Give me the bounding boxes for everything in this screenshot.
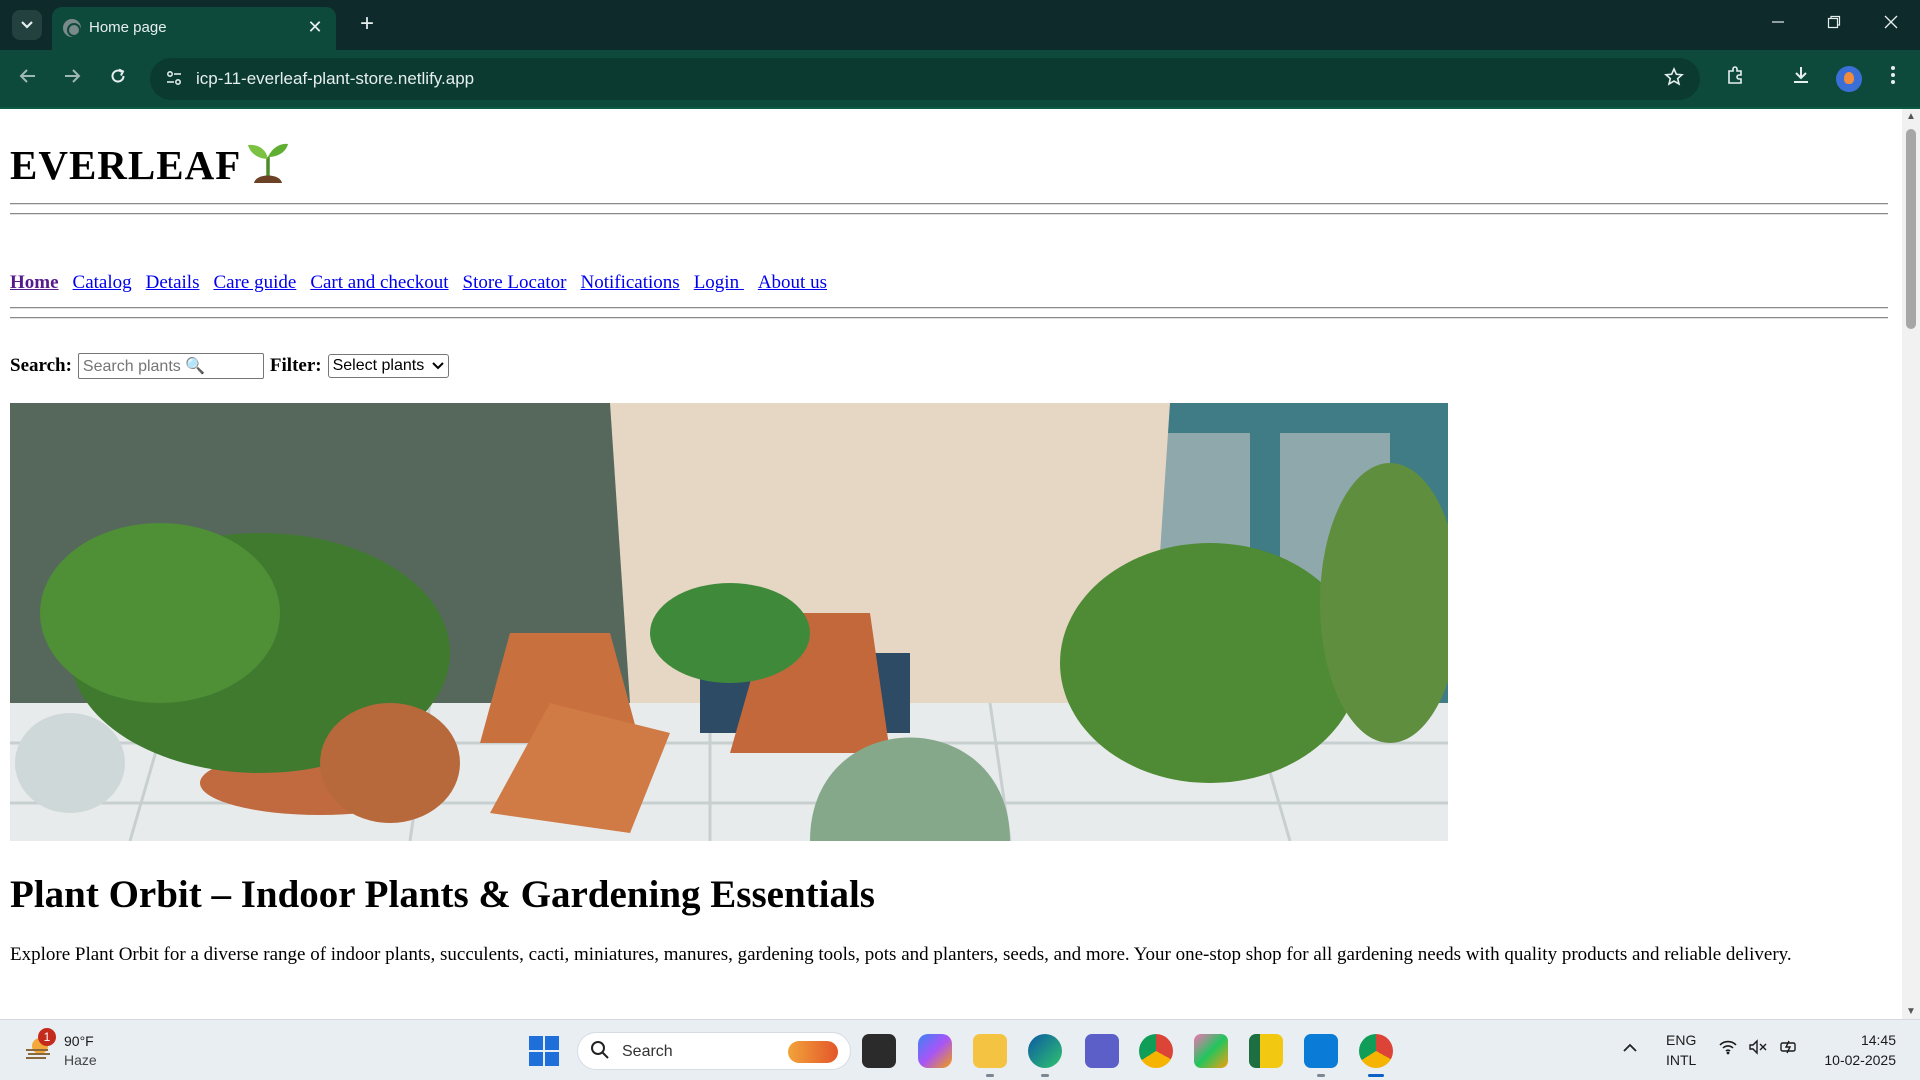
search-highlight-image bbox=[788, 1041, 838, 1063]
new-tab-button[interactable]: + bbox=[352, 10, 382, 40]
weather-temperature[interactable]: 90°F bbox=[64, 1033, 94, 1049]
reload-icon[interactable] bbox=[102, 63, 134, 95]
url-text[interactable]: icp-11-everleaf-plant-store.netlify.app bbox=[196, 69, 474, 89]
filter-label: Filter: bbox=[269, 355, 322, 376]
forward-arrow-icon[interactable] bbox=[56, 63, 88, 95]
nav-link-home[interactable]: Home bbox=[10, 272, 59, 294]
active-tab[interactable]: Home page ✕ bbox=[52, 7, 336, 50]
windows-start-icon[interactable] bbox=[529, 1036, 559, 1066]
seedling-icon bbox=[248, 143, 288, 183]
edge-icon[interactable] bbox=[1028, 1034, 1062, 1068]
extensions-icon[interactable] bbox=[1720, 63, 1752, 95]
tab-search-button[interactable] bbox=[12, 10, 42, 40]
wifi-icon bbox=[1719, 1040, 1737, 1055]
search-filter-row: Search: Search plants 🔍 Filter: Select p… bbox=[10, 353, 449, 379]
browser-tabstrip: Home page ✕ + bbox=[0, 0, 1920, 50]
nav-link-store-locator[interactable]: Store Locator bbox=[463, 272, 567, 294]
divider bbox=[10, 307, 1888, 309]
teams-icon[interactable] bbox=[1085, 1034, 1119, 1068]
language-indicator-line1[interactable]: ENG bbox=[1666, 1032, 1696, 1048]
running-indicator bbox=[1041, 1074, 1049, 1077]
scroll-down-icon[interactable]: ▼ bbox=[1906, 1006, 1916, 1017]
clock-date[interactable]: 10-02-2025 bbox=[1800, 1052, 1896, 1068]
chevron-down-icon bbox=[431, 362, 444, 370]
back-arrow-icon[interactable] bbox=[12, 63, 44, 95]
close-tab-icon[interactable]: ✕ bbox=[304, 16, 326, 38]
running-indicator bbox=[986, 1074, 994, 1077]
divider bbox=[10, 213, 1888, 215]
volume-muted-icon bbox=[1749, 1039, 1767, 1055]
show-hidden-icons-chevron-up-icon[interactable] bbox=[1622, 1040, 1638, 1058]
task-view-icon[interactable] bbox=[862, 1034, 896, 1068]
bookmark-star-icon[interactable] bbox=[1664, 67, 1684, 93]
active-indicator bbox=[1368, 1074, 1384, 1077]
main-nav: Home Catalog Details Care guide Cart and… bbox=[10, 272, 841, 294]
vscode-icon[interactable] bbox=[1304, 1034, 1338, 1068]
taskbar-search-text: Search bbox=[622, 1043, 673, 1060]
restore-icon[interactable] bbox=[1814, 8, 1854, 42]
chrome-profile-icon[interactable] bbox=[1359, 1034, 1393, 1068]
nav-link-about-us[interactable]: About us bbox=[758, 272, 827, 294]
divider bbox=[10, 203, 1888, 205]
battery-charging-icon bbox=[1780, 1040, 1796, 1054]
system-tray-icons[interactable] bbox=[1718, 1039, 1799, 1060]
nav-link-care-guide[interactable]: Care guide bbox=[213, 272, 296, 294]
scroll-thumb[interactable] bbox=[1906, 129, 1916, 329]
nav-link-notifications[interactable]: Notifications bbox=[580, 272, 679, 294]
close-window-icon[interactable] bbox=[1871, 8, 1911, 42]
address-bar[interactable]: icp-11-everleaf-plant-store.netlify.app bbox=[150, 58, 1700, 100]
search-icon bbox=[591, 1041, 609, 1059]
nav-link-details[interactable]: Details bbox=[146, 272, 200, 294]
plant-potting-photo bbox=[10, 403, 1448, 841]
running-indicator bbox=[1317, 1074, 1325, 1077]
chrome-icon[interactable] bbox=[1139, 1034, 1173, 1068]
nav-link-catalog[interactable]: Catalog bbox=[73, 272, 132, 294]
site-logo-text: EVERLEAF bbox=[10, 142, 242, 188]
nav-link-cart-checkout[interactable]: Cart and checkout bbox=[310, 272, 448, 294]
search-label: Search: bbox=[10, 355, 72, 376]
download-icon[interactable] bbox=[1785, 63, 1817, 95]
chevron-down-icon bbox=[21, 21, 33, 29]
more-menu-icon[interactable] bbox=[1877, 63, 1909, 95]
scroll-up-icon[interactable]: ▲ bbox=[1906, 111, 1916, 122]
power-bi-icon[interactable] bbox=[1249, 1034, 1283, 1068]
page-heading: Plant Orbit – Indoor Plants & Gardening … bbox=[10, 873, 875, 916]
file-explorer-icon[interactable] bbox=[973, 1034, 1007, 1068]
copilot-icon[interactable] bbox=[918, 1034, 952, 1068]
page-scrollbar[interactable]: ▲ ▼ bbox=[1902, 109, 1920, 1019]
taskbar-search[interactable]: Search bbox=[577, 1032, 851, 1070]
profile-avatar[interactable] bbox=[1836, 66, 1862, 92]
nav-link-login[interactable]: Login bbox=[694, 272, 744, 294]
minimize-icon[interactable] bbox=[1758, 8, 1798, 42]
browser-toolbar: icp-11-everleaf-plant-store.netlify.app bbox=[0, 50, 1920, 108]
weather-badge: 1 bbox=[38, 1028, 56, 1046]
tab-title: Home page bbox=[89, 19, 167, 36]
globe-icon bbox=[63, 19, 81, 37]
search-input[interactable]: Search plants 🔍 bbox=[77, 353, 264, 379]
clock-time[interactable]: 14:45 bbox=[1800, 1032, 1896, 1048]
weather-condition[interactable]: Haze bbox=[64, 1052, 97, 1068]
site-info-icon[interactable] bbox=[164, 69, 184, 89]
web-page: EVERLEAF Home Catalog Details Care guide… bbox=[0, 109, 1902, 1019]
language-indicator-line2[interactable]: INTL bbox=[1666, 1052, 1696, 1068]
filter-selected-value: Select plants bbox=[332, 357, 425, 374]
snipping-tool-icon[interactable] bbox=[1194, 1034, 1228, 1068]
divider bbox=[10, 317, 1888, 319]
taskbar: 1 90°F Haze Search ENG INTL 14:45 10-02-… bbox=[0, 1019, 1920, 1080]
filter-select[interactable]: Select plants bbox=[327, 354, 449, 378]
page-description: Explore Plant Orbit for a diverse range … bbox=[10, 944, 1792, 965]
hero-image bbox=[10, 403, 1448, 841]
